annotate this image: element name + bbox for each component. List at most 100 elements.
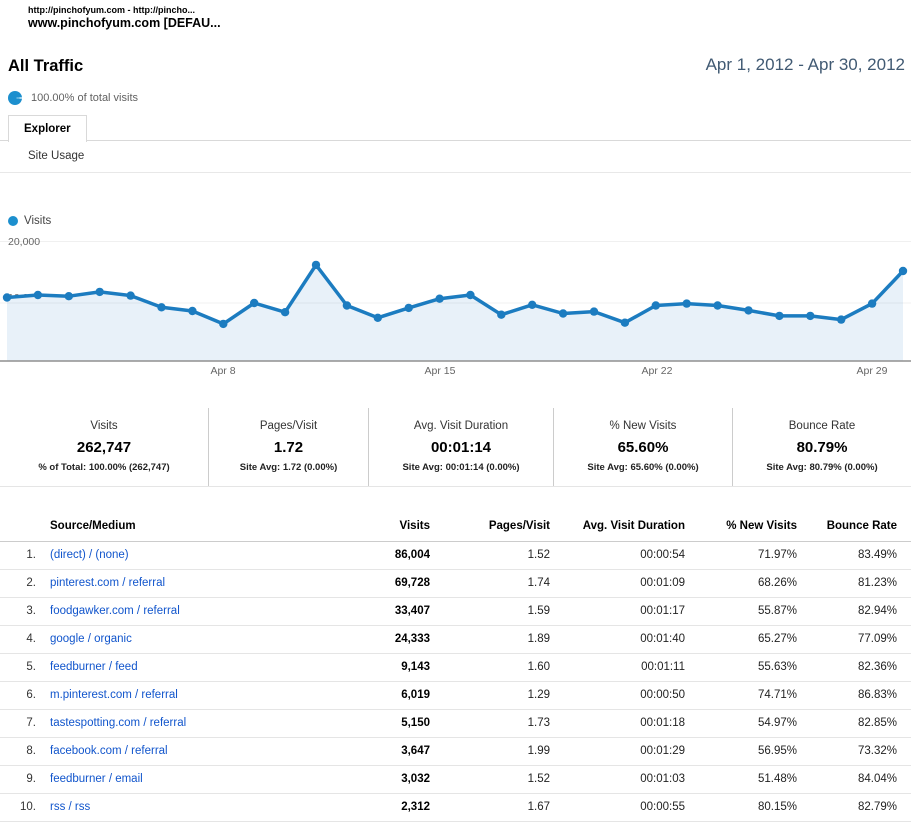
visits-cell: 5,150 [382,709,430,737]
account-subtitle: http://pinchofyum.com - http://pincho... [28,5,195,15]
x-axis-tick: Apr 29 [857,365,888,377]
column-header-pages-visit[interactable]: Pages/Visit [430,512,550,541]
source-cell: tastespotting.com / referral [42,709,382,737]
subtab-divider [0,172,911,173]
summary-metrics: Visits 262,747 % of Total: 100.00% (262,… [0,408,911,487]
row-rank: 6. [0,681,42,709]
row-rank: 1. [0,541,42,569]
bounce-rate-cell: 73.32% [797,737,911,765]
avg-duration-cell: 00:01:11 [550,653,685,681]
visits-cell: 6,019 [382,681,430,709]
new-visits-cell: 80.15% [685,793,797,821]
source-medium-link[interactable]: facebook.com / referral [50,745,168,757]
source-cell: rss / rss [42,793,382,821]
visits-cell: 3,032 [382,765,430,793]
tab-explorer[interactable]: Explorer [8,115,87,142]
avg-duration-cell: 00:00:50 [550,681,685,709]
source-medium-link[interactable]: feedburner / email [50,773,143,785]
row-rank: 4. [0,625,42,653]
visits-line-chart [0,233,911,365]
pages-visit-cell: 1.52 [430,541,550,569]
pages-visit-cell: 1.59 [430,597,550,625]
metric-visits: Visits 262,747 % of Total: 100.00% (262,… [0,408,208,486]
avg-duration-cell: 00:01:29 [550,737,685,765]
metric-avg-visit-duration: Avg. Visit Duration 00:01:14 Site Avg: 0… [368,408,553,486]
visits-series-dot-icon [8,216,18,226]
subtab-site-usage[interactable]: Site Usage [28,150,84,162]
visits-cell: 33,407 [382,597,430,625]
column-header-source-medium[interactable]: Source/Medium [42,512,382,541]
pages-visit-cell: 1.52 [430,765,550,793]
source-medium-link[interactable]: feedburner / feed [50,661,138,673]
visits-cell: 86,004 [382,541,430,569]
pages-visit-cell: 1.99 [430,737,550,765]
table-row: 1.(direct) / (none)86,0041.5200:00:5471.… [0,541,911,569]
metric-pages-visit: Pages/Visit 1.72 Site Avg: 1.72 (0.00%) [208,408,368,486]
source-medium-link[interactable]: rss / rss [50,801,90,813]
row-rank: 5. [0,653,42,681]
metric-subtext: Site Avg: 1.72 (0.00%) [209,462,368,473]
avg-duration-cell: 00:01:09 [550,569,685,597]
new-visits-cell: 65.27% [685,625,797,653]
new-visits-cell: 51.48% [685,765,797,793]
metric-subtext: Site Avg: 80.79% (0.00%) [733,462,911,473]
source-medium-table: Source/Medium Visits Pages/Visit Avg. Vi… [0,512,911,822]
table-row: 4.google / organic24,3331.8900:01:4065.2… [0,625,911,653]
date-range-selector[interactable]: Apr 1, 2012 - Apr 30, 2012 [706,55,905,75]
new-visits-cell: 54.97% [685,709,797,737]
source-medium-link[interactable]: google / organic [50,633,132,645]
avg-duration-cell: 00:01:17 [550,597,685,625]
source-medium-link[interactable]: pinterest.com / referral [50,577,165,589]
source-medium-link[interactable]: tastespotting.com / referral [50,717,186,729]
source-cell: google / organic [42,625,382,653]
new-visits-cell: 55.63% [685,653,797,681]
visits-cell: 69,728 [382,569,430,597]
new-visits-cell: 56.95% [685,737,797,765]
bounce-rate-cell: 86.83% [797,681,911,709]
metric-value: 00:01:14 [369,439,553,456]
metric-label: Pages/Visit [209,420,368,432]
bounce-rate-cell: 82.79% [797,793,911,821]
column-header-new-visits[interactable]: % New Visits [685,512,797,541]
row-rank: 7. [0,709,42,737]
pages-visit-cell: 1.74 [430,569,550,597]
avg-duration-cell: 00:01:40 [550,625,685,653]
metric-value: 1.72 [209,439,368,456]
table-row: 7.tastespotting.com / referral5,1501.730… [0,709,911,737]
metric-label: % New Visits [554,420,732,432]
source-medium-link[interactable]: (direct) / (none) [50,549,129,561]
pages-visit-cell: 1.29 [430,681,550,709]
source-cell: facebook.com / referral [42,737,382,765]
visits-cell: 3,647 [382,737,430,765]
x-axis-tick: Apr 15 [425,365,456,377]
table-row: 10.rss / rss2,3121.6700:00:5580.15%82.79… [0,793,911,821]
table-row: 8.facebook.com / referral3,6471.9900:01:… [0,737,911,765]
visits-cell: 9,143 [382,653,430,681]
table-body: 1.(direct) / (none)86,0041.5200:00:5471.… [0,541,911,821]
source-cell: foodgawker.com / referral [42,597,382,625]
bounce-rate-cell: 82.36% [797,653,911,681]
table-row: 9. feedburner / email 3,0321.5200:01:0351.… [0,765,911,793]
source-medium-link[interactable]: foodgawker.com / referral [50,605,180,617]
column-header-visits[interactable]: Visits [382,512,430,541]
avg-duration-cell: 00:01:18 [550,709,685,737]
column-header-avg-visit-duration[interactable]: Avg. Visit Duration [550,512,685,541]
row-rank: 10. [0,793,42,821]
metric-new-visits: % New Visits 65.60% Site Avg: 65.60% (0.… [553,408,732,486]
table-row: 5.feedburner / feed9,1431.6000:01:1155.6… [0,653,911,681]
avg-duration-cell: 00:01:03 [550,765,685,793]
source-cell: feedburner / feed [42,653,382,681]
source-medium-link[interactable]: m.pinterest.com / referral [50,689,178,701]
bounce-rate-cell: 84.04% [797,765,911,793]
row-rank: 9. [0,765,42,793]
x-axis-tick: Apr 8 [210,365,235,377]
metric-label: Avg. Visit Duration [369,420,553,432]
pages-visit-cell: 1.89 [430,625,550,653]
column-header-bounce-rate[interactable]: Bounce Rate [797,512,911,541]
table-row: 3.foodgawker.com / referral33,4071.5900:… [0,597,911,625]
metric-bounce-rate: Bounce Rate 80.79% Site Avg: 80.79% (0.0… [732,408,911,486]
new-visits-cell: 71.97% [685,541,797,569]
visits-share-row: 100.00% of total visits [8,91,138,105]
row-rank: 2. [0,569,42,597]
metric-subtext: Site Avg: 00:01:14 (0.00%) [369,462,553,473]
